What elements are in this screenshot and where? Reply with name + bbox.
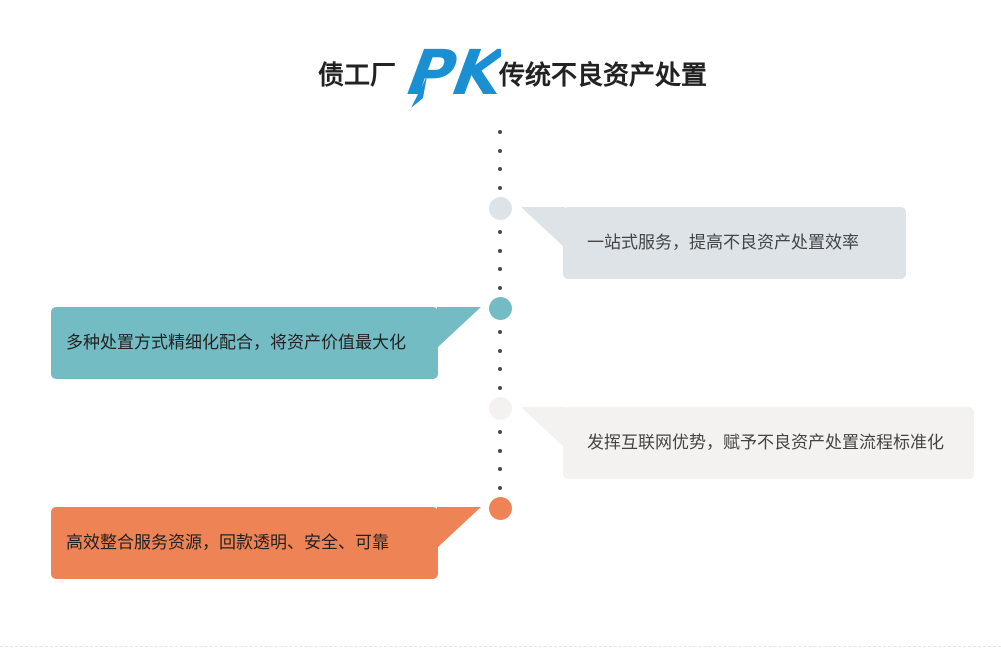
timeline-dot (498, 486, 502, 490)
timeline-dot (498, 130, 502, 134)
timeline-dot (498, 386, 502, 390)
timeline-dot (498, 149, 502, 153)
timeline-node-4 (489, 497, 512, 520)
feature-text-2: 多种处置方式精细化配合，将资产价值最大化 (66, 333, 406, 353)
timeline-dot (498, 167, 502, 171)
feature-card-4: 高效整合服务资源，回款透明、安全、可靠 (51, 507, 481, 579)
feature-text-4: 高效整合服务资源，回款透明、安全、可靠 (66, 533, 389, 553)
feature-card-3-tail (521, 407, 565, 448)
feature-text-1: 一站式服务，提高不良资产处置效率 (587, 233, 859, 253)
feature-text-3: 发挥互联网优势，赋予不良资产处置流程标准化 (587, 433, 944, 453)
title-left: 债工厂 (318, 61, 397, 91)
timeline-dot (498, 267, 502, 271)
feature-card-1: 一站式服务，提高不良资产处置效率 (521, 207, 906, 279)
title-right: 传统不良资产处置 (499, 61, 708, 91)
timeline-dot (498, 349, 502, 353)
feature-card-4-tail (437, 507, 481, 548)
feature-card-3: 发挥互联网优势，赋予不良资产处置流程标准化 (521, 407, 974, 479)
timeline-node-3 (489, 397, 512, 420)
feature-card-1-tail (521, 207, 565, 248)
timeline-dot (498, 367, 502, 371)
timeline-dot (498, 467, 502, 471)
feature-card-2-tail (437, 307, 481, 348)
timeline-dot (498, 230, 502, 234)
timeline-dot (498, 449, 502, 453)
timeline-dot (498, 430, 502, 434)
feature-card-2: 多种处置方式精细化配合，将资产价值最大化 (51, 307, 481, 379)
timeline-dot (498, 286, 502, 290)
timeline-dot (498, 330, 502, 334)
timeline-dot (498, 186, 502, 190)
timeline-dot (498, 249, 502, 253)
timeline-node-2 (489, 297, 512, 320)
timeline-node-1 (489, 197, 512, 220)
pk-logo: PK (405, 36, 501, 108)
bottom-divider (0, 646, 1001, 647)
